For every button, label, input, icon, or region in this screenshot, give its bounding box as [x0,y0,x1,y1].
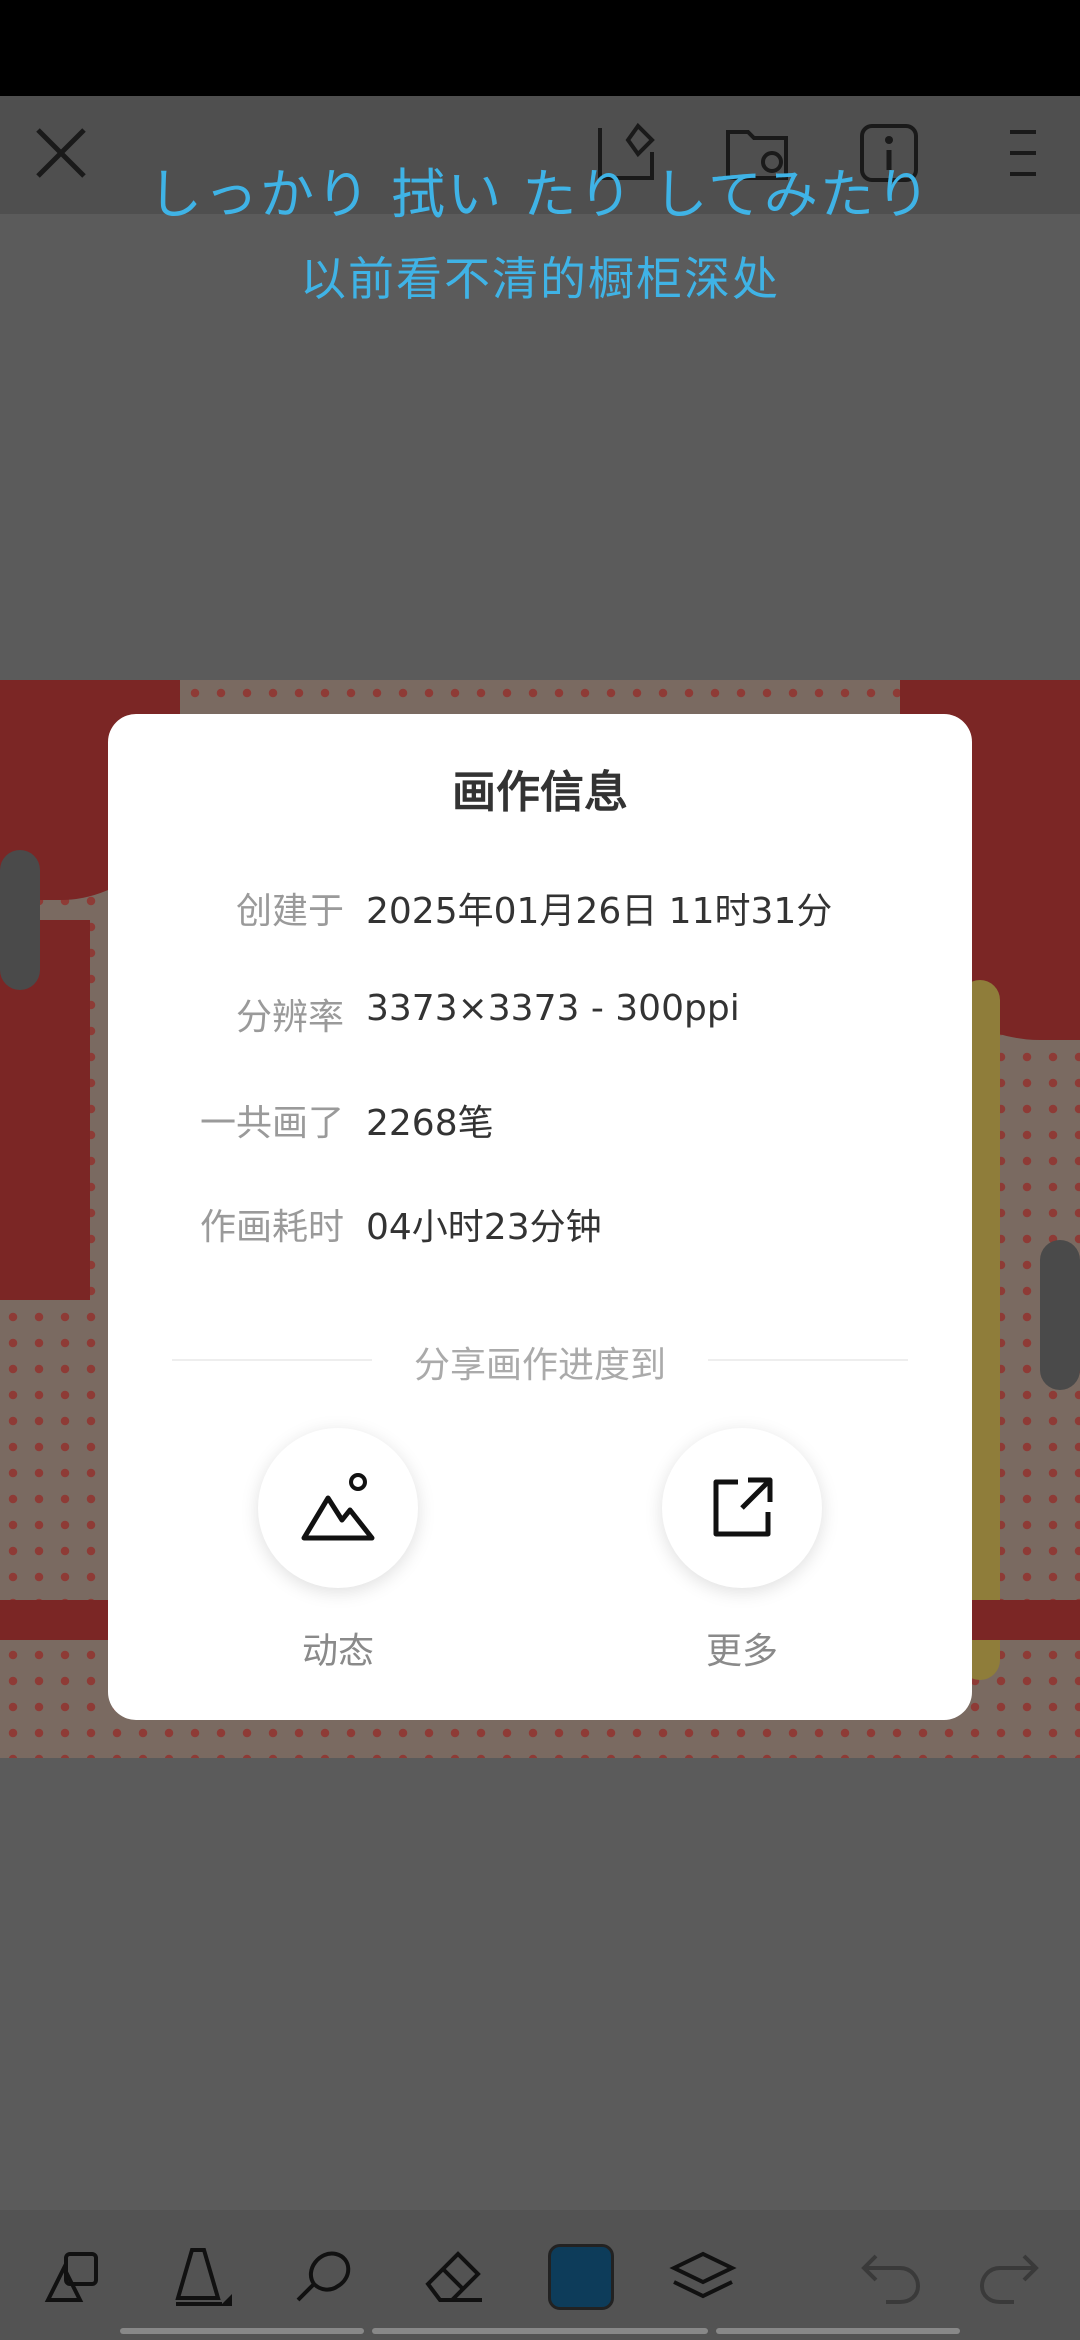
info-label: 分辨率 [235,997,344,1038]
share-moments-button[interactable] [258,1428,418,1588]
info-row-strokes: 一共画了 2268笔 [108,1094,972,1154]
layers-icon[interactable] [668,2240,738,2310]
info-value: 3373×3373 - 300ppi [366,988,740,1029]
info-row-created: 创建于 2025年01月26日 11时31分 [108,882,972,942]
info-label: 作画耗时 [199,1207,344,1248]
brush-icon[interactable] [166,2240,236,2310]
mountain-image-icon [301,1473,375,1541]
smudge-icon[interactable] [290,2240,360,2310]
lyric-line-japanese: しっかり 拭い たり してみたり [148,163,932,226]
info-value: 2025年01月26日 11时31分 [366,891,833,932]
info-row-resolution: 分辨率 3373×3373 - 300ppi [108,988,972,1048]
info-value: 04小时23分钟 [366,1207,602,1248]
external-share-icon [713,1477,773,1537]
share-moments-label: 动态 [301,1631,374,1672]
info-label: 创建于 [235,891,344,932]
divider-right [708,1359,908,1361]
info-value: 2268笔 [366,1103,494,1144]
info-row-duration: 作画耗时 04小时23分钟 [108,1198,972,1258]
share-heading: 分享画作进度到 [413,1345,666,1386]
nav-pill-right [716,2328,960,2334]
lyric-line-chinese: 以前看不清的橱柜深处 [300,252,780,306]
left-slider-handle[interactable] [0,850,40,990]
nav-pill-center [372,2328,708,2334]
undo-icon[interactable] [856,2240,926,2310]
status-bar [0,0,1080,96]
info-label: 一共画了 [199,1103,344,1144]
color-swatch[interactable] [548,2244,614,2310]
shapes-icon[interactable] [38,2240,108,2310]
nav-pill-left [120,2328,364,2334]
share-more-button[interactable] [662,1428,822,1588]
right-slider-handle[interactable] [1040,1240,1080,1390]
redo-icon[interactable] [974,2240,1044,2310]
dialog-title: 画作信息 [452,767,628,818]
artwork-info-dialog: 画作信息 创建于 2025年01月26日 11时31分 分辨率 3373×337… [108,714,972,1720]
share-more-label: 更多 [705,1631,778,1672]
eraser-icon[interactable] [420,2240,490,2310]
